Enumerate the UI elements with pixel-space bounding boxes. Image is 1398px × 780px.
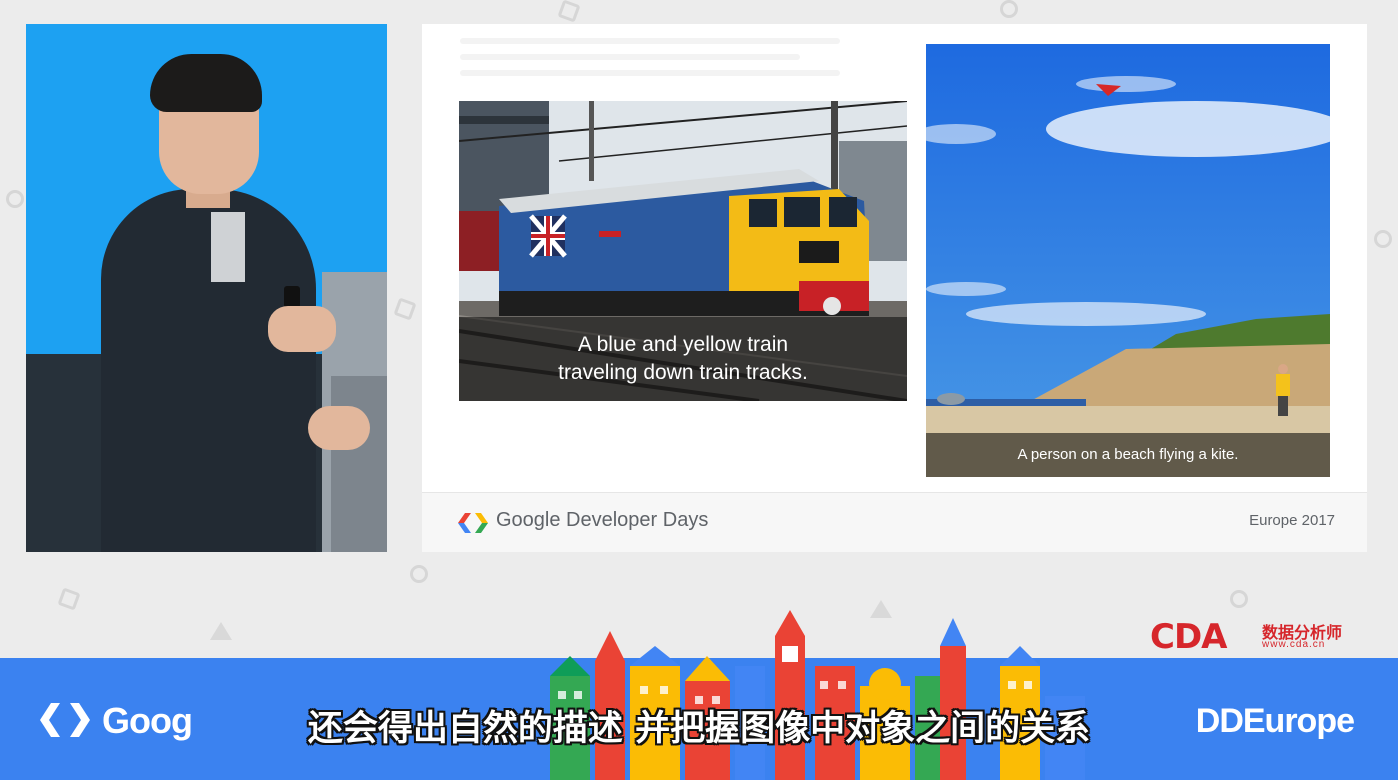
subtitle-caption: 还会得出自然的描述 并把握图像中对象之间的关系 (307, 709, 1091, 749)
train-caption-line1: A blue and yellow train (577, 333, 789, 356)
doodle-square (557, 0, 581, 23)
slide-footer: Google Developer Days Europe 2017 (422, 492, 1367, 552)
beach-caption: A person on a beach flying a kite. (926, 433, 1330, 477)
gdd-logo-icon (458, 513, 488, 533)
train-caption: A blue and yellow train traveling down t… (459, 317, 907, 401)
doodle-triangle (210, 622, 232, 640)
doodle-circle (1000, 0, 1018, 18)
doodle-circle (1374, 230, 1392, 248)
watermark-url: www.cda.cn (1262, 639, 1326, 650)
train-image: A blue and yellow train traveling down t… (459, 101, 907, 401)
footer-brand: Google Developer Days (496, 509, 709, 531)
train-caption-line2: traveling down train tracks. (558, 361, 808, 384)
doodle-circle (410, 565, 428, 583)
watermark: CDA 数据分析师 www.cda.cn (1150, 617, 1365, 657)
doodle-circle (6, 190, 24, 208)
doodle-circle (1230, 590, 1248, 608)
watermark-mark: CDA (1150, 617, 1227, 657)
city-illustration (550, 610, 1085, 780)
presentation-slide: A blue and yellow train traveling down t… (422, 24, 1367, 552)
doodle-square (393, 297, 417, 321)
presentation-clicker (284, 286, 300, 308)
speaker-body (101, 189, 316, 552)
doodle-square (57, 587, 81, 611)
speaker-video (26, 24, 387, 552)
footer-edition: Europe 2017 (1249, 512, 1335, 529)
video-frame: A blue and yellow train traveling down t… (0, 0, 1398, 780)
union-flag-icon (529, 214, 567, 258)
beach-image: A person on a beach flying a kite. (926, 44, 1330, 477)
